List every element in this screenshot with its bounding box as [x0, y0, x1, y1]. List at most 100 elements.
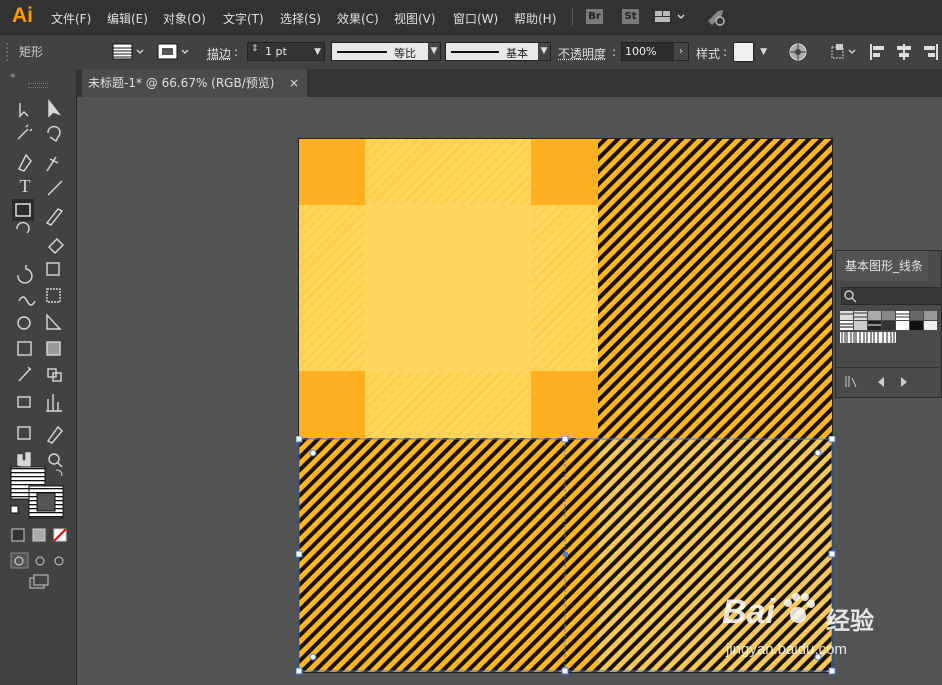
- workspace-grid-icon: [654, 9, 686, 25]
- rectangle-tool-icon: [12, 199, 34, 221]
- graphic-style-swatch: [733, 42, 754, 62]
- opacity-value: 100%: [625, 45, 656, 58]
- symbol-sprayer-tool[interactable]: [14, 381, 36, 403]
- mesh-tool[interactable]: [14, 329, 36, 351]
- eyedropper-tool[interactable]: [14, 355, 36, 377]
- control-bar-grip[interactable]: [6, 43, 10, 61]
- stroke-weight-value: 1 pt: [265, 45, 287, 58]
- paw-logo-icon: [778, 589, 818, 629]
- stroke-weight-stepper-icon[interactable]: ⇕: [251, 44, 259, 54]
- chevron-right-icon[interactable]: ›: [674, 43, 688, 60]
- app-logo: Ai: [12, 4, 33, 28]
- direct-selection-tool[interactable]: [44, 97, 66, 119]
- align-center-button[interactable]: [894, 42, 914, 62]
- baidu-watermark: Bai 经验 jingyan.baidu.com: [722, 585, 902, 655]
- swatch-library-tab[interactable]: 基本图形_线条: [836, 251, 928, 281]
- stroke-weight-field[interactable]: ⇕ 1 pt ▼: [247, 42, 325, 61]
- swatch-libraries-menu-button[interactable]: [844, 374, 860, 390]
- menu-divider: [572, 8, 573, 26]
- line-tool[interactable]: [44, 175, 66, 197]
- collapse-panel-icon[interactable]: «: [10, 71, 16, 81]
- menu-object[interactable]: 对象(O): [163, 10, 206, 27]
- profile-line-icon: [337, 51, 387, 53]
- fill-swatch-dropdown[interactable]: [110, 42, 150, 61]
- recolor-artwork-button[interactable]: [787, 42, 809, 62]
- stroke-swatch-dropdown[interactable]: [155, 42, 195, 61]
- hand-tool[interactable]: [14, 435, 36, 457]
- zoom-tool[interactable]: [44, 435, 66, 457]
- warp-tool[interactable]: [14, 277, 36, 299]
- fill-stroke-widget[interactable]: [11, 467, 63, 519]
- color-wheel-icon: [787, 42, 809, 62]
- swatch-search-field[interactable]: [841, 287, 942, 305]
- close-icon[interactable]: ×: [289, 69, 299, 97]
- curvature-tool[interactable]: [44, 151, 66, 173]
- document-tab[interactable]: 未标题-1* @ 66.67% (RGB/预览) ×: [82, 69, 307, 97]
- type-tool-icon[interactable]: T: [14, 175, 36, 197]
- align-right-icon: [920, 42, 940, 62]
- align-left-button[interactable]: [868, 42, 888, 62]
- fill-pattern-icon: [110, 42, 150, 62]
- watermark-brand: Bai: [722, 593, 775, 632]
- document-tab-bar: 未标题-1* @ 66.67% (RGB/预览) ×: [77, 69, 942, 97]
- style-label-colon: :: [723, 45, 727, 59]
- scale-tool[interactable]: [44, 251, 66, 273]
- shaper-tool[interactable]: [14, 225, 36, 247]
- dark-stripe-column: [598, 138, 833, 438]
- menu-help[interactable]: 帮助(H): [514, 10, 556, 27]
- menu-view[interactable]: 视图(V): [394, 10, 436, 27]
- shape-builder-tool[interactable]: [14, 301, 36, 323]
- artboard-tool[interactable]: [14, 409, 36, 431]
- change-screen-mode-button[interactable]: [30, 575, 48, 589]
- lasso-tool[interactable]: [44, 123, 66, 145]
- menu-select[interactable]: 选择(S): [280, 10, 321, 27]
- variable-width-profile-dropdown[interactable]: 等比 ▼: [331, 42, 441, 61]
- menu-type[interactable]: 文字(T): [223, 10, 264, 27]
- bridge-button[interactable]: Br: [586, 9, 603, 24]
- slice-tool[interactable]: [44, 409, 66, 431]
- watermark-brand2: 经验: [826, 601, 874, 636]
- eraser-tool[interactable]: [44, 225, 66, 247]
- swatch-grid[interactable]: [840, 311, 942, 361]
- graphic-style-dropdown[interactable]: ▼: [733, 42, 773, 62]
- opacity-label-colon: :: [612, 45, 616, 59]
- chevron-down-icon: ▼: [314, 47, 321, 57]
- stock-button[interactable]: St: [622, 9, 639, 24]
- menu-window[interactable]: 窗口(W): [453, 10, 498, 27]
- gradient-tool[interactable]: [44, 329, 66, 351]
- free-transform-tool[interactable]: [44, 277, 66, 299]
- watermark-url: jingyan.baidu.com: [726, 641, 847, 658]
- menu-edit[interactable]: 编辑(E): [107, 10, 148, 27]
- blend-tool[interactable]: [44, 355, 66, 377]
- previous-library-button[interactable]: [874, 374, 888, 390]
- tool-name-label: 矩形: [19, 43, 43, 60]
- menu-file[interactable]: 文件(F): [51, 10, 91, 27]
- rectangle-tool[interactable]: [12, 199, 34, 221]
- panel-grip[interactable]: [28, 83, 48, 88]
- gpu-performance-button[interactable]: [704, 7, 728, 27]
- rotate-tool[interactable]: [14, 251, 36, 273]
- pen-tool[interactable]: [14, 151, 36, 173]
- color-mode-buttons[interactable]: [12, 529, 67, 543]
- workspace-switcher-button[interactable]: [654, 9, 686, 25]
- magic-wand-tool[interactable]: [14, 123, 36, 145]
- selection-tool[interactable]: [14, 97, 36, 119]
- stroke-label[interactable]: 描边: [207, 45, 231, 62]
- brush-definition-dropdown[interactable]: 基本 ▼: [445, 42, 551, 61]
- profile-label: 等比: [394, 45, 416, 61]
- stroke-label-colon: :: [234, 45, 238, 59]
- panel-divider: [836, 367, 942, 368]
- chevron-down-icon: ▼: [428, 43, 440, 60]
- transform-options-button[interactable]: [827, 42, 857, 62]
- column-graph-tool[interactable]: [44, 381, 66, 403]
- opacity-label[interactable]: 不透明度: [558, 45, 606, 62]
- menu-effect[interactable]: 效果(C): [337, 10, 379, 27]
- paintbrush-tool[interactable]: [44, 199, 66, 221]
- chevron-down-icon: ▼: [538, 43, 550, 60]
- opacity-field[interactable]: 100% ›: [621, 42, 689, 61]
- align-right-button[interactable]: [920, 42, 940, 62]
- drawing-mode-buttons[interactable]: [11, 553, 67, 569]
- next-library-button[interactable]: [898, 374, 912, 390]
- perspective-grid-tool[interactable]: [44, 301, 66, 323]
- brush-label: 基本: [506, 45, 528, 61]
